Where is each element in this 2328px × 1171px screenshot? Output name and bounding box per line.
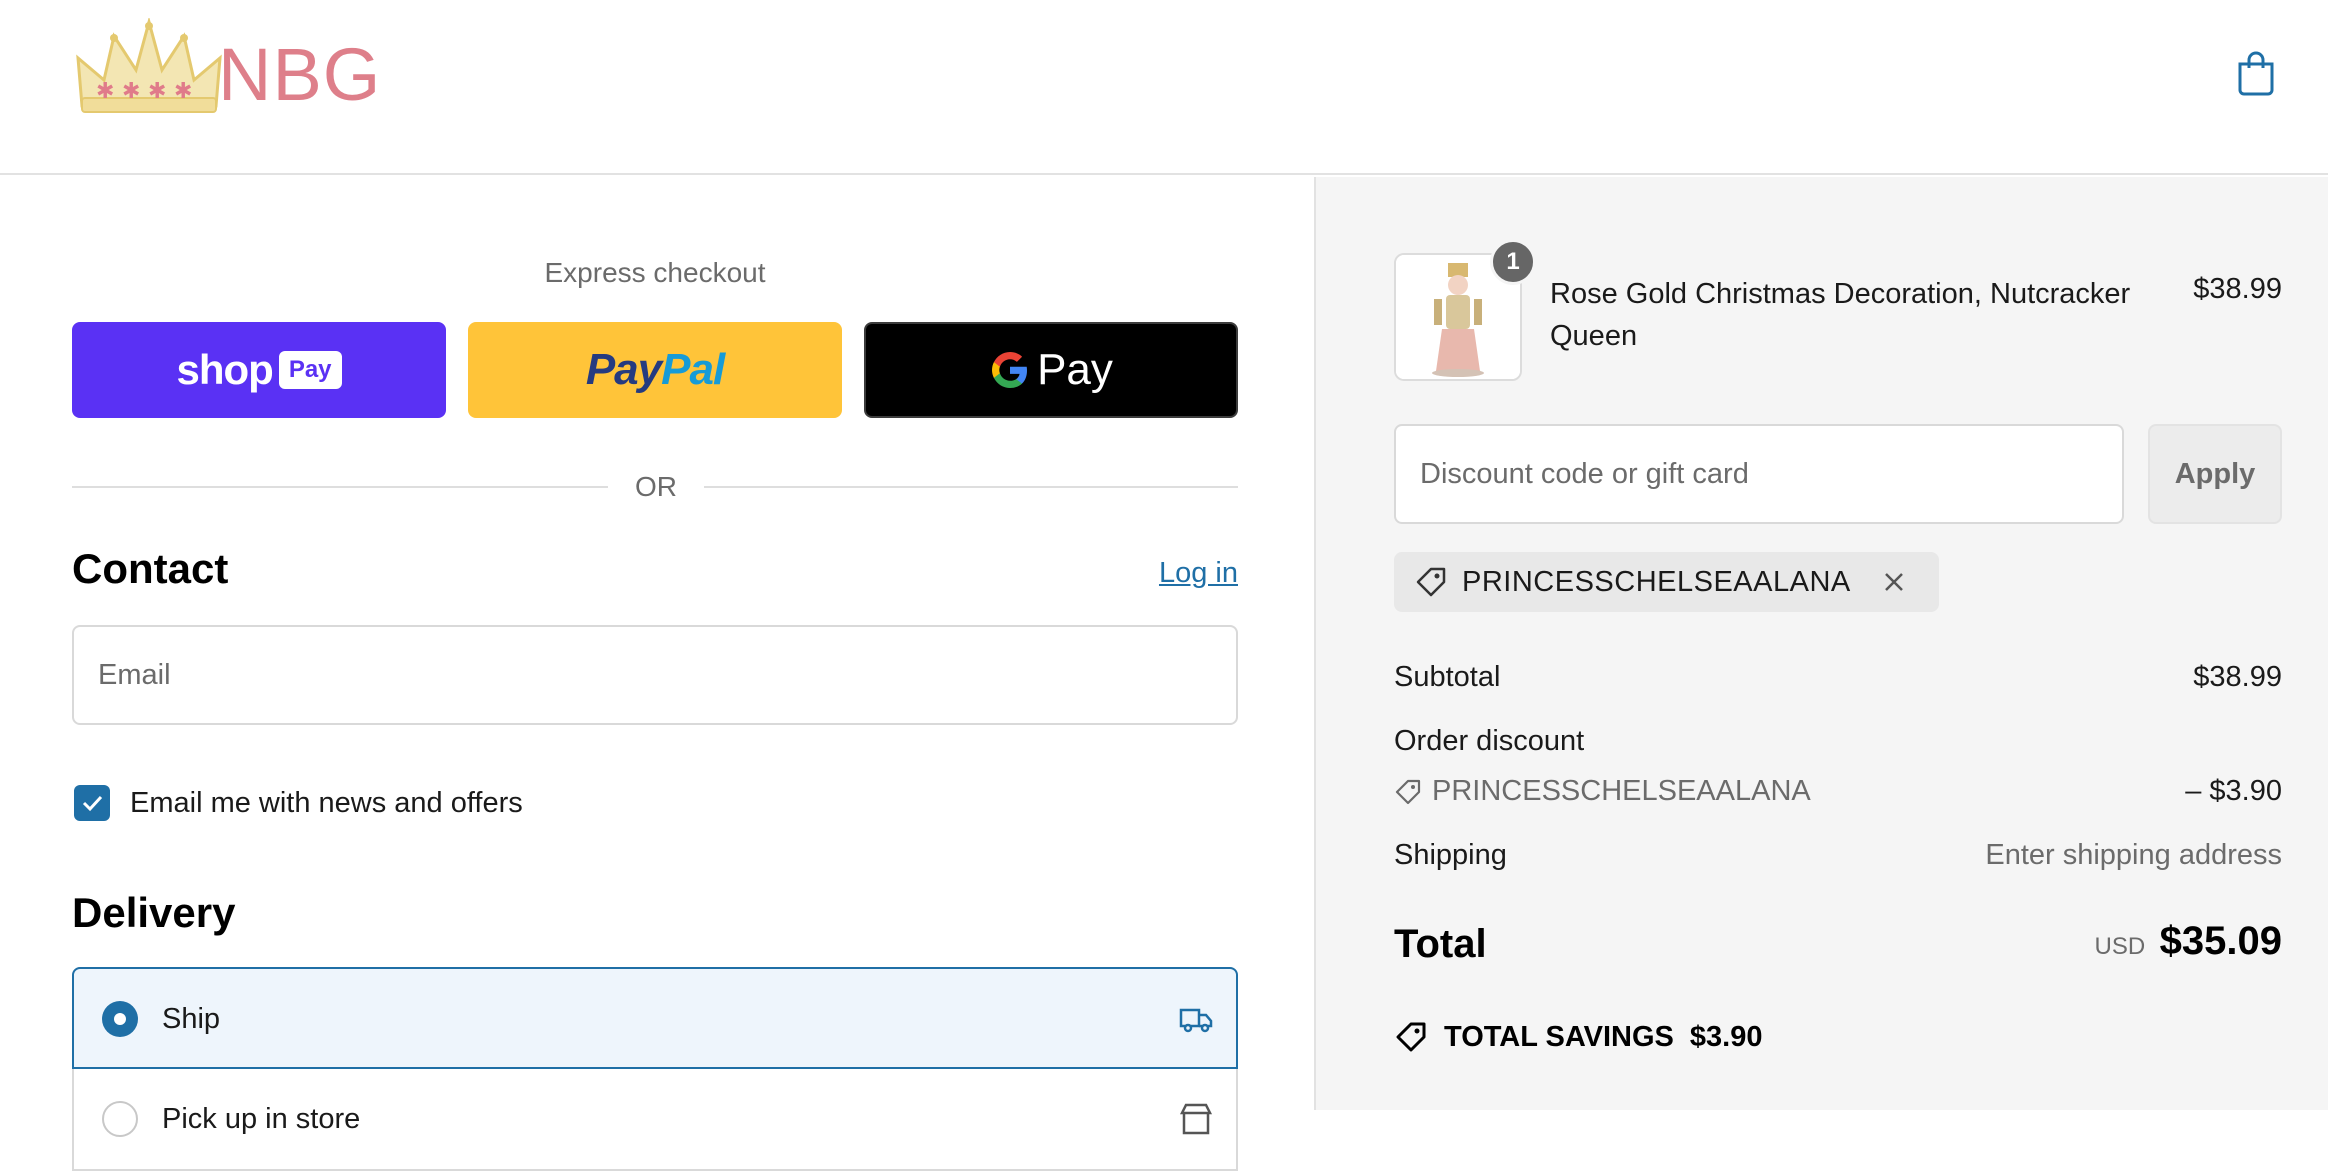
quantity-badge: 1 — [1490, 239, 1536, 285]
currency-code: USD — [2094, 933, 2146, 960]
google-pay-button[interactable]: Pay — [864, 322, 1238, 418]
email-field[interactable] — [72, 625, 1238, 725]
svg-text:✱: ✱ — [122, 79, 140, 104]
paypal-word-part1: Pay — [585, 345, 662, 394]
log-in-link[interactable]: Log in — [1100, 557, 1238, 590]
product-price: $38.99 — [2193, 273, 2282, 305]
order-discount-label: Order discount — [1394, 725, 1585, 757]
order-summary: 1 Rose Gold Christmas Decoration, Nutcra… — [1314, 177, 2328, 1110]
discount-code-row: PRINCESSCHELSEAALANA — [1394, 775, 1811, 808]
contact-title: Contact — [72, 545, 229, 592]
discount-field[interactable] — [1394, 424, 2124, 524]
checkmark-icon — [82, 795, 103, 812]
applied-discount-chip: PRINCESSCHELSEAALANA — [1394, 552, 1939, 612]
shipping-value: Enter shipping address — [1985, 839, 2282, 871]
google-g-icon — [992, 352, 1028, 388]
shopping-bag-icon[interactable] — [2236, 50, 2276, 96]
apply-button[interactable]: Apply — [2148, 424, 2282, 524]
checkout-form: Express checkout shop Pay PayPal Pay OR … — [0, 177, 1314, 1171]
shop-pay-word: shop — [176, 346, 273, 393]
total-savings: TOTAL SAVINGS $3.90 — [1394, 1020, 1762, 1054]
pickup-radio[interactable] — [102, 1101, 138, 1137]
applied-code-text: PRINCESSCHELSEAALANA — [1462, 565, 1851, 598]
svg-text:✱: ✱ — [148, 79, 166, 104]
savings-label: TOTAL SAVINGS — [1444, 1020, 1674, 1053]
truck-icon — [1179, 1008, 1213, 1033]
subtotal-value: $38.99 — [2193, 661, 2282, 693]
shipping-label: Shipping — [1394, 839, 1507, 871]
delivery-option-ship[interactable]: Ship — [72, 967, 1238, 1069]
newsletter-label: Email me with news and offers — [130, 787, 523, 819]
divider-line-right — [704, 486, 1238, 488]
savings-amount: $3.90 — [1689, 1020, 1763, 1053]
total-amount: $35.09 — [2159, 919, 2282, 963]
tag-icon — [1416, 567, 1446, 597]
divider-line-left — [72, 486, 608, 488]
svg-text:✱: ✱ — [174, 79, 192, 104]
paypal-word-part2: Pal — [661, 345, 725, 394]
google-pay-label: Pay — [1037, 345, 1113, 394]
shop-pay-badge: Pay — [278, 351, 342, 389]
discount-code-text: PRINCESSCHELSEAALANA — [1432, 775, 1811, 807]
product-name: Rose Gold Christmas Decoration, Nutcrack… — [1550, 278, 2131, 352]
close-icon[interactable] — [1881, 569, 1907, 595]
brand-name: NBG — [218, 33, 382, 116]
subtotal-label: Subtotal — [1394, 661, 1501, 693]
pickup-label: Pick up in store — [162, 1103, 361, 1135]
or-divider: OR — [72, 467, 1238, 507]
paypal-button[interactable]: PayPal — [468, 322, 842, 418]
discount-value: – $3.90 — [2185, 775, 2282, 807]
store-icon — [1179, 1103, 1213, 1135]
paypal-logo: PayPal — [585, 345, 725, 395]
discount-input[interactable] — [1420, 457, 2122, 491]
crown-logo-icon: ✱ ✱ ✱ ✱ — [76, 18, 222, 113]
tag-icon — [1395, 779, 1421, 804]
newsletter-checkbox[interactable] — [74, 785, 110, 821]
total-value-group: USD $35.09 — [1882, 919, 2282, 964]
total-label: Total — [1394, 922, 1487, 966]
ship-radio[interactable] — [102, 1001, 138, 1037]
email-input[interactable] — [98, 658, 1236, 692]
express-checkout-title: Express checkout — [544, 257, 766, 288]
tag-icon — [1396, 1022, 1426, 1052]
delivery-title: Delivery — [72, 889, 236, 936]
shop-pay-button[interactable]: shop Pay — [72, 322, 446, 418]
store-logo[interactable]: ✱ ✱ ✱ ✱ NBG — [74, 18, 381, 118]
or-label: OR — [635, 471, 677, 502]
site-header: ✱ ✱ ✱ ✱ NBG — [0, 0, 2328, 175]
svg-text:✱: ✱ — [96, 79, 114, 104]
ship-label: Ship — [162, 1003, 221, 1035]
delivery-option-pickup[interactable]: Pick up in store — [72, 1069, 1238, 1171]
